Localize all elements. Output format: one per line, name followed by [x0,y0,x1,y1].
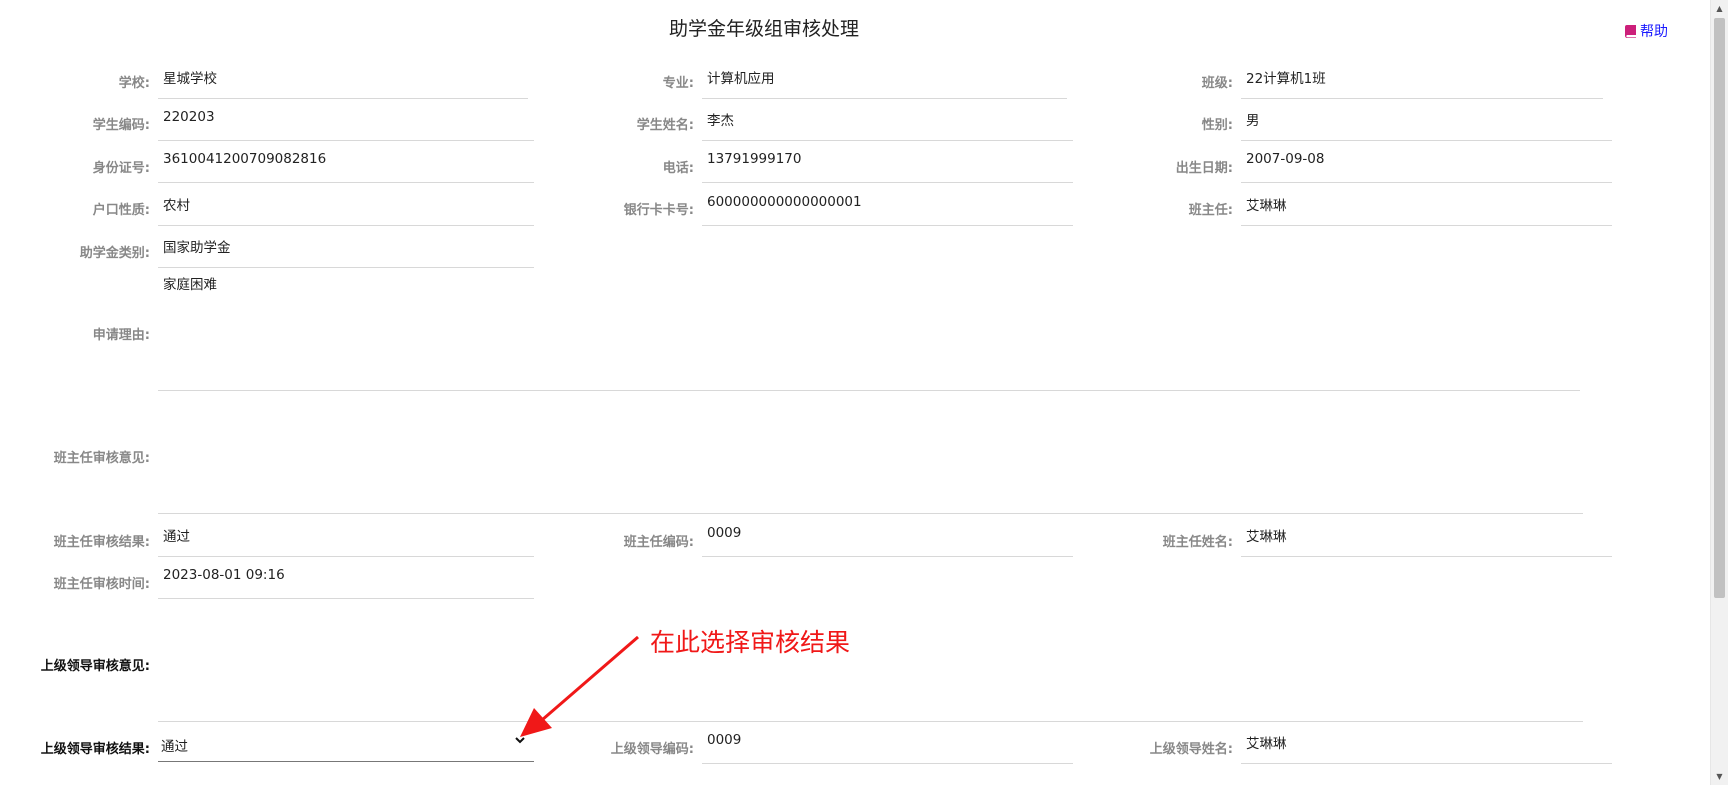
scroll-up-icon[interactable]: ▲ [1711,0,1728,17]
head-teacher-label: 班主任: [1188,203,1233,218]
gender-value: 男 [1241,100,1612,141]
leader-name-value: 艾琳琳 [1241,723,1612,764]
student-name-value: 李杰 [702,100,1073,141]
id-number-value: 3610041200709082816 [158,142,534,183]
student-code-label: 学生编码: [92,118,150,133]
leader-result-selected: 通过 [161,739,188,755]
teacher-code-value: 0009 [702,516,1073,557]
leader-code-value: 0009 [702,723,1073,764]
major-value: 计算机应用 [702,58,1067,99]
grant-type-label: 助学金类别: [79,246,150,261]
help-label: 帮助 [1640,24,1668,40]
school-label: 学校: [118,76,150,91]
teacher-opinion-area [158,396,1583,514]
teacher-result-label: 班主任审核结果: [53,535,150,550]
gender-label: 性别: [1201,118,1233,133]
student-name-label: 学生姓名: [636,118,694,133]
page-title: 助学金年级组审核处理 [668,18,859,40]
leader-opinion-label: 上级领导审核意见: [40,659,150,674]
apply-reason-label: 申请理由: [92,328,150,343]
apply-reason-area: 家庭困难 [158,273,1580,391]
teacher-code-label: 班主任编码: [623,535,694,550]
book-icon [1625,24,1636,38]
help-link[interactable]: 帮助 [1625,21,1668,41]
bank-card-value: 600000000000000001 [702,185,1073,226]
birth-date-value: 2007-09-08 [1241,142,1612,183]
student-code-value: 220203 [158,100,534,141]
household-value: 农村 [158,185,534,226]
teacher-name-label: 班主任姓名: [1162,535,1233,550]
phone-value: 13791999170 [702,142,1073,183]
leader-name-label: 上级领导姓名: [1149,742,1233,757]
teacher-opinion-label: 班主任审核意见: [53,451,150,466]
scroll-thumb[interactable] [1714,18,1725,598]
teacher-name-value: 艾琳琳 [1241,516,1612,557]
leader-result-label: 上级领导审核结果: [40,742,150,757]
head-teacher-value: 艾琳琳 [1241,185,1612,226]
class-value: 22计算机1班 [1241,58,1603,99]
major-label: 专业: [662,76,694,91]
leader-result-select[interactable]: 通过 [158,722,534,762]
leader-opinion-input[interactable] [158,605,1583,722]
annotation-text: 在此选择审核结果 [650,628,851,657]
scroll-down-icon[interactable]: ▼ [1711,768,1728,785]
vertical-scrollbar[interactable]: ▲ ▼ [1710,0,1728,785]
class-label: 班级: [1201,76,1233,91]
teacher-time-value: 2023-08-01 09:16 [158,558,534,599]
bank-card-label: 银行卡卡号: [623,203,694,218]
teacher-time-label: 班主任审核时间: [53,577,150,592]
phone-label: 电话: [662,161,694,176]
household-label: 户口性质: [92,203,150,218]
annotation-arrow-icon [520,635,639,737]
teacher-result-value: 通过 [158,516,534,557]
birth-date-label: 出生日期: [1175,161,1233,176]
school-value: 星城学校 [158,58,528,99]
grant-type-value: 国家助学金 [158,227,534,268]
id-number-label: 身份证号: [92,161,150,176]
